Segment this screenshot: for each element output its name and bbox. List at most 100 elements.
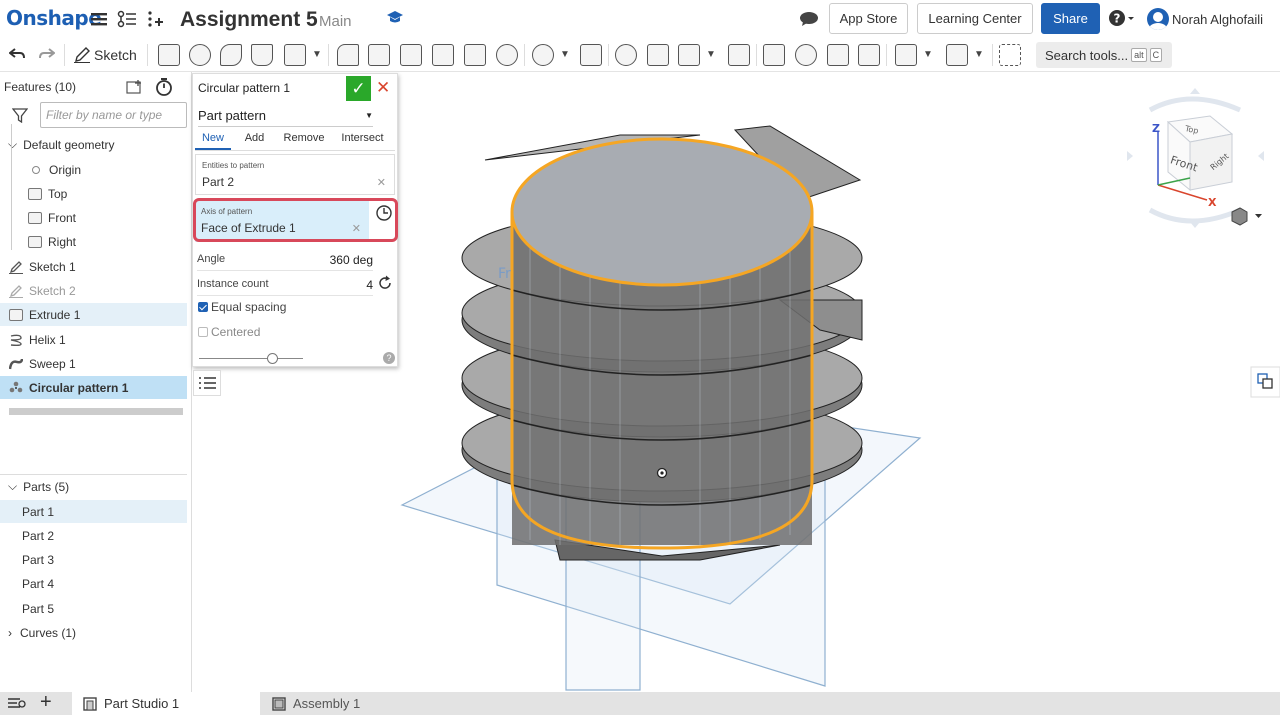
- draft-tool-icon[interactable]: [400, 44, 422, 66]
- tab-assembly-1[interactable]: Assembly 1: [266, 692, 426, 715]
- part-item[interactable]: Part 3: [0, 548, 187, 571]
- accept-button[interactable]: ✓: [346, 76, 371, 101]
- app-store-button[interactable]: App Store: [829, 3, 908, 34]
- help-icon[interactable]: ?: [383, 352, 395, 364]
- feature-item-sketch-2[interactable]: Sketch 2: [0, 279, 187, 302]
- filter-icon[interactable]: [11, 108, 29, 126]
- cancel-button[interactable]: ✕: [376, 78, 390, 98]
- feature-item-front[interactable]: Front: [0, 206, 187, 229]
- onshape-logo[interactable]: Onshape: [6, 6, 102, 30]
- rollback-slider-handle[interactable]: [267, 353, 278, 364]
- feature-item-sketch-1[interactable]: Sketch 1: [0, 255, 187, 278]
- move-face-tool-icon[interactable]: [827, 44, 849, 66]
- hamburger-menu-icon[interactable]: [88, 8, 110, 30]
- undo-icon[interactable]: [6, 43, 28, 65]
- tab-intersect[interactable]: Intersect: [330, 129, 395, 150]
- sweep-tool-icon[interactable]: [220, 44, 242, 66]
- share-button[interactable]: Share: [1041, 3, 1100, 34]
- part-item[interactable]: Part 4: [0, 572, 187, 595]
- feature-item-right[interactable]: Right: [0, 230, 187, 253]
- feature-list-toggle-icon[interactable]: [193, 370, 221, 396]
- tab-new[interactable]: New: [195, 129, 231, 150]
- instance-count-field[interactable]: Instance count 4: [197, 278, 373, 296]
- chevron-down-icon[interactable]: ⌵: [8, 479, 17, 494]
- centered-checkbox[interactable]: [198, 327, 208, 337]
- delete-part-tool-icon[interactable]: [728, 44, 750, 66]
- search-tools-input[interactable]: Search tools... alt C: [1036, 42, 1172, 68]
- flip-icon[interactable]: [377, 275, 393, 294]
- fillet-tool-icon[interactable]: [337, 44, 359, 66]
- chamfer-tool-icon[interactable]: [368, 44, 390, 66]
- graduation-cap-icon[interactable]: [386, 10, 404, 29]
- transform-tool-icon[interactable]: [678, 44, 700, 66]
- learning-center-button[interactable]: Learning Center: [917, 3, 1033, 34]
- curves-header-row[interactable]: › Curves (1): [0, 621, 187, 644]
- sketch-button[interactable]: Sketch: [74, 44, 137, 66]
- user-avatar[interactable]: [1147, 8, 1169, 30]
- split-tool-icon[interactable]: [647, 44, 669, 66]
- equal-spacing-label: Equal spacing: [211, 300, 287, 314]
- equal-spacing-checkbox[interactable]: [198, 302, 208, 312]
- part-item[interactable]: Part 5: [0, 597, 187, 620]
- thicken-tool-icon[interactable]: [284, 44, 306, 66]
- chevron-down-icon[interactable]: ▼: [923, 49, 933, 60]
- chevron-down-icon[interactable]: ▼: [974, 49, 984, 60]
- angle-field[interactable]: Angle 360 deg: [197, 253, 373, 271]
- hole-tool-icon[interactable]: [496, 44, 518, 66]
- version-graph-icon[interactable]: [116, 8, 138, 30]
- view-cube-menu-icon[interactable]: [1231, 207, 1262, 226]
- mirror-tool-icon[interactable]: [580, 44, 602, 66]
- plane-tool-icon[interactable]: [895, 44, 917, 66]
- user-name[interactable]: Norah Alghofaili: [1172, 12, 1263, 27]
- rollback-timer-icon[interactable]: [155, 78, 173, 99]
- part-item[interactable]: Part 2: [0, 524, 187, 547]
- help-menu[interactable]: ?: [1109, 9, 1135, 32]
- add-custom-feature-icon[interactable]: [999, 44, 1021, 66]
- document-title[interactable]: Assignment 5: [180, 8, 318, 32]
- parts-header-row[interactable]: ⌵ Parts (5): [0, 475, 187, 498]
- branch-label[interactable]: Main: [319, 13, 352, 30]
- part-item[interactable]: Part 1: [0, 500, 187, 523]
- feature-item-helix-1[interactable]: Helix 1: [0, 328, 187, 351]
- feature-item-sweep-1[interactable]: Sweep 1: [0, 352, 187, 375]
- display-states-icon[interactable]: [1250, 366, 1280, 398]
- loft-tool-icon[interactable]: [251, 44, 273, 66]
- filter-input[interactable]: Filter by name or type: [40, 102, 187, 128]
- insert-icon[interactable]: [144, 8, 166, 30]
- boolean-tool-icon[interactable]: [615, 44, 637, 66]
- delete-face-tool-icon[interactable]: [795, 44, 817, 66]
- pattern-tool-icon[interactable]: [532, 44, 554, 66]
- chevron-down-icon[interactable]: ▼: [312, 49, 322, 60]
- tab-manager-icon[interactable]: [7, 695, 27, 714]
- add-folder-icon[interactable]: [126, 79, 144, 98]
- modify-fillet-tool-icon[interactable]: [763, 44, 785, 66]
- redo-icon[interactable]: [36, 43, 58, 65]
- sheet-metal-tool-icon[interactable]: [946, 44, 968, 66]
- rollback-slider-track[interactable]: [199, 358, 303, 359]
- view-cube[interactable]: Top Front Right Z X: [1127, 88, 1264, 228]
- default-geometry-row[interactable]: ⌵ Default geometry: [0, 133, 187, 156]
- feature-item-circular-pattern-1[interactable]: Circular pattern 1: [0, 376, 187, 399]
- chevron-down-icon[interactable]: ⌵: [8, 137, 17, 152]
- shell-tool-icon[interactable]: [464, 44, 486, 66]
- chevron-right-icon[interactable]: ›: [8, 626, 12, 640]
- rib-tool-icon[interactable]: [432, 44, 454, 66]
- feature-item-extrude-1[interactable]: Extrude 1: [0, 303, 187, 326]
- chevron-down-icon[interactable]: ▼: [706, 49, 716, 60]
- tab-remove[interactable]: Remove: [278, 129, 330, 150]
- add-tab-button[interactable]: +: [40, 691, 52, 714]
- tab-part-studio-1[interactable]: Part Studio 1: [72, 692, 260, 715]
- entities-to-pattern-field[interactable]: Entities to pattern Part 2 ✕: [195, 154, 395, 195]
- feature-item-top[interactable]: Top: [0, 182, 187, 205]
- revolve-tool-icon[interactable]: [189, 44, 211, 66]
- pattern-type-dropdown[interactable]: Part pattern ▼: [198, 105, 373, 127]
- clear-selection-icon[interactable]: ✕: [377, 176, 386, 189]
- replace-face-tool-icon[interactable]: [858, 44, 880, 66]
- feature-list-scrollbar[interactable]: [9, 408, 183, 415]
- tab-add[interactable]: Add: [231, 129, 278, 150]
- sketch-icon: [9, 284, 23, 298]
- chevron-down-icon[interactable]: ▼: [560, 49, 570, 60]
- extrude-tool-icon[interactable]: [158, 44, 180, 66]
- comments-icon[interactable]: [799, 11, 819, 30]
- feature-item-origin[interactable]: Origin: [0, 158, 187, 181]
